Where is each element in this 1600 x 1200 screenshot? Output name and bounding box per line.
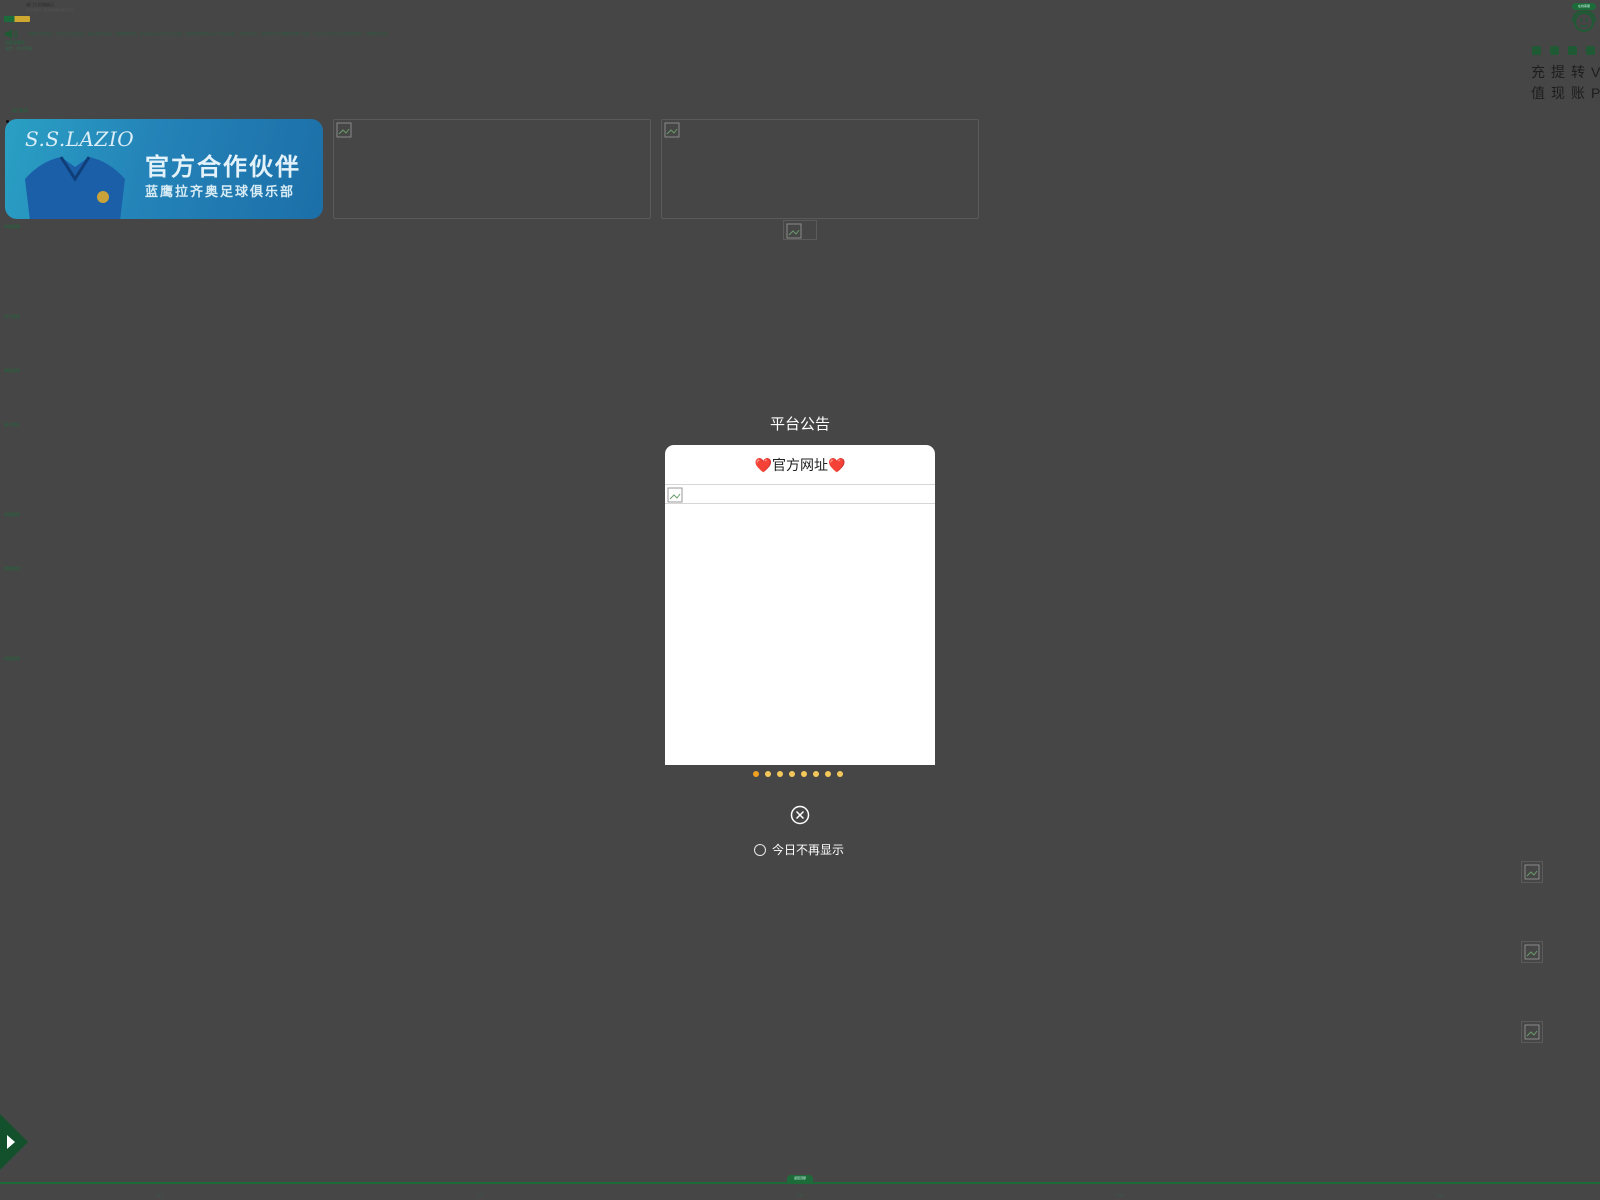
dont-show-today[interactable]: 今日不再显示 bbox=[754, 841, 844, 858]
dont-show-radio[interactable] bbox=[754, 843, 766, 856]
carousel-label: 热门推荐 bbox=[12, 108, 28, 113]
carousel-thumb-image[interactable] bbox=[783, 220, 817, 240]
banner-lazio[interactable]: S.S.LAZIO 官方合作伙伴 蓝鹰拉齐奥足球俱乐部 bbox=[5, 119, 323, 219]
banner-slot-2[interactable] bbox=[333, 119, 651, 219]
vip-button[interactable]: VIP bbox=[1591, 62, 1600, 104]
slide-dot[interactable] bbox=[801, 771, 807, 777]
deposit-icon[interactable] bbox=[1532, 46, 1541, 55]
slide-dot[interactable] bbox=[825, 771, 831, 777]
speaker-icon[interactable] bbox=[4, 27, 18, 39]
bottom-divider bbox=[0, 1182, 1600, 1184]
broken-image-icon bbox=[1524, 1024, 1540, 1040]
withdraw-button[interactable]: 提现 bbox=[1551, 62, 1565, 104]
broken-image-icon bbox=[336, 122, 352, 138]
bottom-nav-promo[interactable]: 优惠 bbox=[477, 1193, 483, 1197]
broken-image-icon bbox=[1524, 944, 1540, 960]
floating-promo-2[interactable] bbox=[1521, 941, 1543, 963]
vip-icon[interactable] bbox=[1586, 46, 1595, 55]
language-link[interactable]: 切换至繁体 bbox=[5, 40, 25, 45]
announcement-image[interactable] bbox=[665, 485, 935, 504]
announcement-modal: ❤️官方网址❤️ bbox=[665, 445, 935, 765]
slide-dot[interactable] bbox=[765, 771, 771, 777]
deposit-button[interactable]: 充值 bbox=[1531, 62, 1545, 104]
slide-dot[interactable] bbox=[837, 771, 843, 777]
back-to-top-badge[interactable]: 返回顶部 bbox=[787, 1175, 813, 1182]
section-sports[interactable]: 体育赛事 bbox=[4, 224, 20, 230]
dont-show-label: 今日不再显示 bbox=[772, 843, 845, 857]
modal-header: ❤️官方网址❤️ bbox=[665, 445, 935, 485]
section-esports[interactable]: 电竞游戏 bbox=[4, 656, 20, 662]
bottom-nav-home[interactable]: 首页 bbox=[157, 1193, 163, 1197]
site-logo[interactable] bbox=[4, 16, 34, 24]
transfer-button[interactable]: 转账 bbox=[1571, 62, 1585, 104]
slide-dot[interactable] bbox=[789, 771, 795, 777]
section-live[interactable]: 真人视讯 bbox=[4, 422, 20, 428]
banner-slot-3[interactable] bbox=[661, 119, 979, 219]
announcement-marquee[interactable]: 尊敬的会员您好，本平台已全面升级，请认准官方网址，谨防假冒网站。所有活动均以官方… bbox=[28, 32, 928, 37]
customer-service-icon[interactable] bbox=[1570, 8, 1598, 34]
close-icon[interactable] bbox=[790, 805, 810, 825]
floating-promo-3[interactable] bbox=[1521, 1021, 1543, 1043]
broken-image-icon bbox=[786, 223, 802, 239]
bottom-nav-sponsor[interactable]: 赞助 bbox=[1117, 1193, 1123, 1197]
slide-dot[interactable] bbox=[753, 771, 759, 777]
modal-title: 平台公告 bbox=[769, 416, 830, 433]
slide-dot[interactable] bbox=[777, 771, 783, 777]
slide-dots bbox=[753, 771, 843, 777]
banner-subline: 蓝鹰拉齐奥足球俱乐部 bbox=[145, 184, 296, 199]
banner-headline: 官方合作伙伴 bbox=[145, 154, 301, 181]
withdraw-icon[interactable] bbox=[1550, 46, 1559, 55]
bottom-nav: 首页 优惠 客服 赞助 我的 bbox=[0, 1193, 1600, 1197]
language-sub: 语言 · 中文简体 bbox=[5, 46, 33, 51]
section-slots[interactable]: 电子游戏 bbox=[4, 314, 20, 320]
section-cards[interactable]: 棋牌游戏 bbox=[4, 566, 20, 572]
slide-dot[interactable] bbox=[813, 771, 819, 777]
transfer-icon[interactable] bbox=[1568, 46, 1577, 55]
broken-image-icon bbox=[1524, 864, 1540, 880]
side-drawer-toggle[interactable] bbox=[0, 1106, 28, 1178]
section-fishing[interactable]: 捕鱼游戏 bbox=[4, 368, 20, 374]
site-subtitle: 澳门大阳城 · 亚洲最信赖的娱乐平台 bbox=[26, 8, 74, 12]
section-lottery[interactable]: 彩票游戏 bbox=[4, 512, 20, 518]
jersey-image bbox=[25, 156, 125, 219]
banner-brand: S.S.LAZIO bbox=[25, 127, 135, 151]
bottom-nav-service[interactable]: 客服 bbox=[797, 1193, 803, 1197]
quick-action-labels: 充值 提现 转账 VIP bbox=[1531, 62, 1600, 104]
quick-action-icons bbox=[1532, 46, 1595, 55]
floating-promo-1[interactable] bbox=[1521, 861, 1543, 883]
broken-image-icon bbox=[664, 122, 680, 138]
bottom-nav-mine[interactable]: 我的 bbox=[1437, 1193, 1443, 1197]
broken-image-icon bbox=[667, 487, 683, 503]
